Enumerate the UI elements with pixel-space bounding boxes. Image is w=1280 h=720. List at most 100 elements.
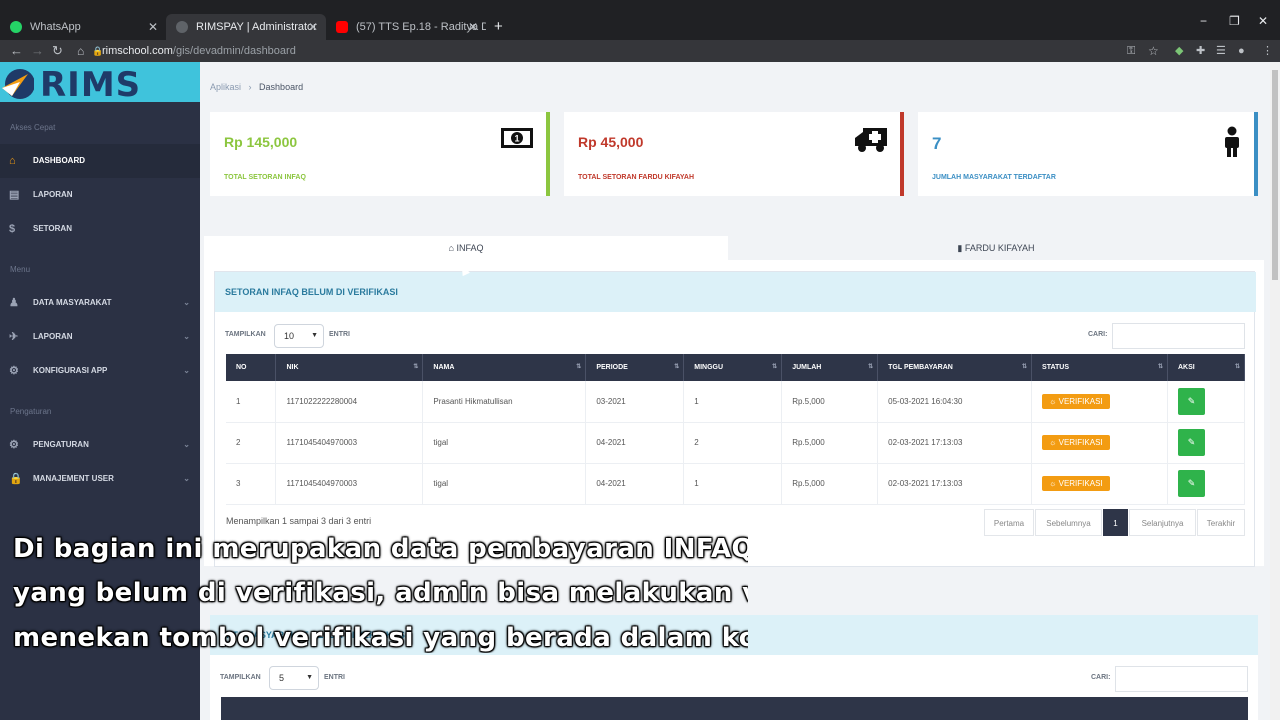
card-total-infaq: Rp 145,000 TOTAL SETORAN INFAQ 1	[210, 112, 550, 196]
logo-mark-icon	[2, 69, 34, 99]
reload-icon[interactable]: ↻	[52, 40, 63, 62]
page-first[interactable]: Pertama	[984, 509, 1034, 536]
page-last[interactable]: Terakhir	[1197, 509, 1245, 536]
search-input[interactable]	[1115, 666, 1248, 692]
edit-button[interactable]: ✎	[1177, 470, 1205, 497]
tab-infaq[interactable]: ⌂ INFAQ	[204, 236, 728, 260]
verify-button[interactable]: ☼ VERIFIKASI	[1042, 393, 1110, 409]
page-size-select[interactable]: 5 ▼	[269, 666, 319, 690]
page-prev[interactable]: Sebelumnya	[1035, 509, 1102, 536]
search-input[interactable]	[1112, 323, 1245, 349]
close-tab-icon[interactable]: ✕	[468, 14, 478, 40]
breadcrumb-current: Dashboard	[259, 82, 304, 92]
edit-icon: ✎	[1187, 478, 1196, 488]
address-bar: ← → ↻ ⌂ 🔒 rimschool.com/gis/devadmin/das…	[0, 40, 1280, 62]
sort-icon: ⇅	[1022, 364, 1028, 370]
verify-button[interactable]: ☼ VERIFIKASI	[1042, 476, 1110, 491]
sidebar-item-manajement-user[interactable]: 🔒 MANAJEMENT USER ⌄	[0, 462, 200, 496]
person-icon: ♟	[9, 297, 19, 309]
edit-button[interactable]: ✎	[1177, 387, 1205, 415]
forward-icon[interactable]: →	[31, 40, 44, 62]
cell-periode: 03-2021	[585, 381, 685, 423]
panel-infaq-unverified: SETORAN INFAQ BELUM DI VERIFIKASI TAMPIL…	[214, 271, 1256, 567]
sidebar-item-label: DASHBOARD	[33, 156, 85, 165]
home-icon[interactable]: ⌂	[77, 40, 84, 62]
card-jumlah-masyarakat: 7 JUMLAH MASYARAKAT TERDAFTAR	[918, 112, 1258, 196]
cell-aksi: ✎	[1167, 463, 1246, 505]
browser-chrome: WhatsApp ✕ RIMSPAY | Administrator ✕ (57…	[0, 0, 1280, 62]
col-header[interactable]: STATUS ⇅	[1031, 354, 1168, 381]
main-content: Aplikasi › Dashboard Rp 145,000 TOTAL SE…	[200, 62, 1270, 720]
table-header-row: NO NIK ⇅ NAMA ⇅ PERIODE ⇅ MINGGU ⇅ JUMLAH ⇅ T…	[226, 354, 1246, 381]
cogs-icon: ⚙	[9, 439, 19, 451]
col-header[interactable]: AKSI ⇅	[1167, 354, 1246, 381]
extension-icon[interactable]: ◆	[1175, 40, 1183, 62]
card-accent-bar	[1254, 112, 1258, 196]
tab-rimspay[interactable]: RIMSPAY | Administrator ✕	[166, 14, 326, 40]
search-label: CARI:	[1088, 331, 1108, 338]
card-value: Rp 45,000	[578, 134, 644, 150]
subtitle-line-3: menekan tombol verifikasi yang berada da…	[13, 623, 748, 653]
star-icon[interactable]: ☆	[1148, 40, 1159, 62]
scrollbar-thumb[interactable]	[1272, 70, 1278, 280]
col-header[interactable]: PERIODE ⇅	[585, 354, 685, 381]
back-icon[interactable]: ←	[10, 40, 23, 62]
sidebar-item-laporan[interactable]: ▤ LAPORAN	[0, 178, 200, 212]
cell-jumlah: Rp.5,000	[781, 381, 879, 423]
section-settings: Pengaturan	[10, 407, 52, 416]
tab-fardu-kifayah[interactable]: ▮ FARDU KIFAYAH	[728, 236, 1264, 260]
col-header[interactable]: TGL PEMBAYARAN ⇅	[877, 354, 1033, 381]
tab-youtube[interactable]: (57) TTS Ep.18 - Raditya Dika dan ✕	[326, 14, 486, 40]
col-header[interactable]: MINGGU ⇅	[683, 354, 783, 381]
globe-icon	[176, 21, 188, 33]
sidebar-item-konfigurasi[interactable]: ⚙ KONFIGURASI APP ⌄	[0, 354, 200, 388]
col-header[interactable]: NO	[226, 354, 277, 381]
puzzle-icon[interactable]: ✚	[1196, 40, 1205, 62]
app-logo[interactable]: RIMS	[0, 62, 200, 105]
chevron-down-icon: ⌄	[183, 366, 190, 375]
url-field[interactable]: rimschool.com/gis/devadmin/dashboard	[102, 41, 296, 61]
page-size-select[interactable]: 10 ▼	[274, 324, 324, 348]
cell-aksi: ✎	[1167, 381, 1246, 423]
cell-no: 3	[226, 463, 277, 505]
cell-tgl: 02-03-2021 17:13:03	[877, 463, 1033, 505]
card-label: JUMLAH MASYARAKAT TERDAFTAR	[932, 174, 1056, 181]
col-header[interactable]: NAMA ⇅	[422, 354, 587, 381]
page-1[interactable]: 1	[1103, 509, 1128, 536]
sidebar-item-pengaturan[interactable]: ⚙ PENGATURAN ⌄	[0, 428, 200, 462]
tab-label: FARDU KIFAYAH	[964, 243, 1035, 253]
money-icon: 1	[501, 128, 533, 148]
avatar[interactable]: ●	[1238, 40, 1245, 62]
sidebar-item-setoran[interactable]: $ SETORAN	[0, 212, 200, 246]
media-icon[interactable]: ☰	[1216, 40, 1226, 62]
cell-periode: 04-2021	[585, 422, 685, 464]
cell-nama: Prasanti Hikmatullisan	[422, 381, 587, 423]
breadcrumb-root[interactable]: Aplikasi	[210, 82, 241, 92]
key-icon[interactable]: ⚿	[1127, 40, 1135, 62]
sidebar-item-data-masyarakat[interactable]: ♟ DATA MASYARAKAT ⌄	[0, 286, 200, 320]
col-header[interactable]: NIK ⇅	[275, 354, 424, 381]
maximize-icon[interactable]: ❐	[1229, 14, 1240, 28]
close-window-icon[interactable]: ✕	[1258, 14, 1268, 28]
cell-status: ☼ VERIFIKASI	[1031, 463, 1168, 505]
edit-button[interactable]: ✎	[1177, 429, 1205, 456]
cell-no: 2	[226, 422, 277, 464]
minimize-icon[interactable]: −	[1200, 14, 1207, 28]
close-tab-icon[interactable]: ✕	[308, 14, 318, 40]
col-header[interactable]: JUMLAH ⇅	[781, 354, 879, 381]
cell-minggu: 1	[683, 463, 783, 505]
sort-icon: ⇅	[1157, 364, 1163, 370]
chevron-down-icon: ▼	[306, 674, 313, 681]
entries-label: ENTRI	[324, 674, 345, 681]
menu-icon[interactable]: ⋮	[1262, 40, 1273, 62]
close-tab-icon[interactable]: ✕	[148, 14, 158, 40]
tab-whatsapp[interactable]: WhatsApp ✕	[0, 14, 166, 40]
verify-button[interactable]: ☼ VERIFIKASI	[1042, 435, 1110, 450]
page-scrollbar[interactable]	[1270, 62, 1280, 720]
sidebar-item-dashboard[interactable]: ⌂ DASHBOARD	[0, 144, 200, 178]
new-tab-button[interactable]: +	[486, 14, 512, 40]
table-header-row	[221, 697, 1248, 720]
cell-nik: 1171022222280004	[275, 381, 424, 423]
sidebar-item-laporan-menu[interactable]: ✈ LAPORAN ⌄	[0, 320, 200, 354]
page-next[interactable]: Selanjutnya	[1129, 509, 1196, 536]
